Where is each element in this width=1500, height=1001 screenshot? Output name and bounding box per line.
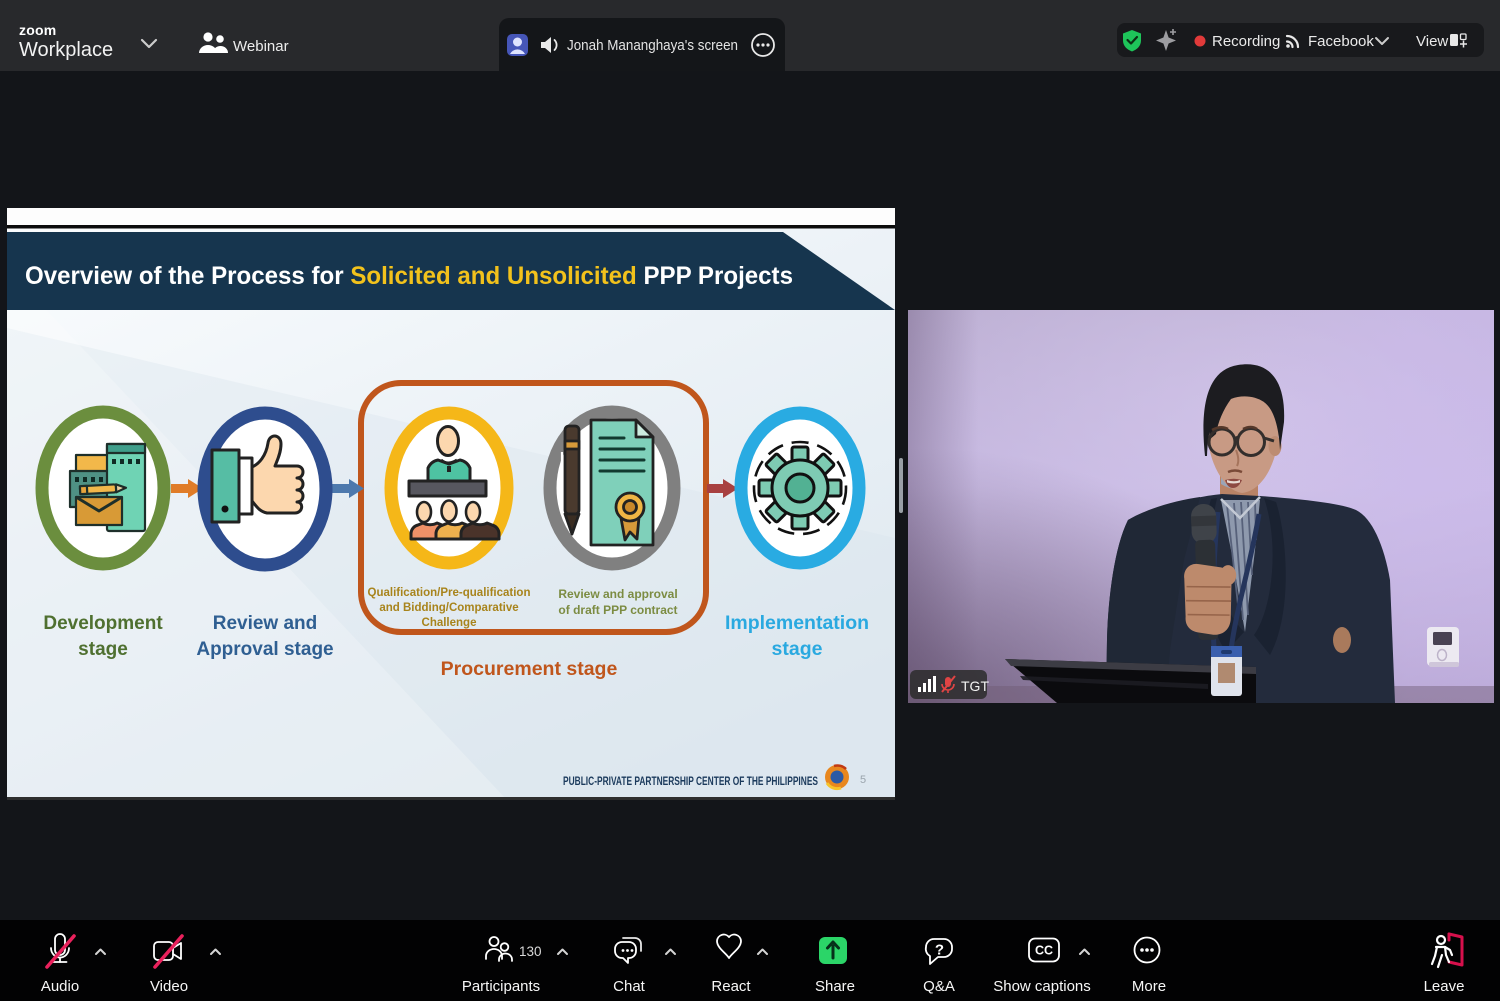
svg-text:React: React xyxy=(711,978,751,995)
svg-text:of draft PPP contract: of draft PPP contract xyxy=(558,603,677,617)
svg-text:More: More xyxy=(1132,978,1166,995)
svg-text:TGT: TGT xyxy=(961,678,989,694)
svg-text:Workplace: Workplace xyxy=(19,39,113,61)
svg-text:Video: Video xyxy=(150,978,188,995)
svg-text:Participants: Participants xyxy=(462,978,540,995)
svg-text:?: ? xyxy=(935,942,944,959)
svg-text:Qualification/Pre-qualificatio: Qualification/Pre-qualification xyxy=(368,587,531,599)
svg-text:CC: CC xyxy=(1035,944,1053,958)
svg-text:130: 130 xyxy=(519,944,542,959)
svg-text:Chat: Chat xyxy=(613,978,646,995)
svg-text:Approval stage: Approval stage xyxy=(196,639,333,660)
svg-text:Review and approval: Review and approval xyxy=(558,587,677,601)
svg-text:Implementation: Implementation xyxy=(725,612,869,634)
svg-text:Recording: Recording xyxy=(1212,33,1280,50)
svg-text:Show captions: Show captions xyxy=(993,978,1091,995)
svg-text:Leave: Leave xyxy=(1424,978,1465,995)
svg-text:stage: stage xyxy=(772,638,823,660)
svg-text:Overview of the Process for So: Overview of the Process for Solicited an… xyxy=(25,262,793,290)
svg-text:Webinar: Webinar xyxy=(233,38,289,55)
svg-text:Review and: Review and xyxy=(213,613,318,634)
svg-text:zoom: zoom xyxy=(19,22,56,38)
svg-text:Jonah Mananghaya's screen: Jonah Mananghaya's screen xyxy=(567,38,738,54)
svg-text:Share: Share xyxy=(815,978,855,995)
svg-text:Q&A: Q&A xyxy=(923,978,955,995)
svg-text:Challenge: Challenge xyxy=(422,617,477,629)
svg-text:5: 5 xyxy=(860,774,866,786)
svg-text:stage: stage xyxy=(78,639,128,660)
svg-text:Audio: Audio xyxy=(41,978,79,995)
svg-text:Facebook: Facebook xyxy=(1308,33,1374,50)
svg-text:View: View xyxy=(1416,33,1448,50)
svg-text:PUBLIC-PRIVATE PARTNERSHIP CEN: PUBLIC-PRIVATE PARTNERSHIP CENTER OF THE… xyxy=(563,776,818,788)
svg-text:Development: Development xyxy=(43,613,163,634)
svg-text:and Bidding/Comparative: and Bidding/Comparative xyxy=(379,602,518,614)
svg-text:Procurement stage: Procurement stage xyxy=(441,658,618,680)
